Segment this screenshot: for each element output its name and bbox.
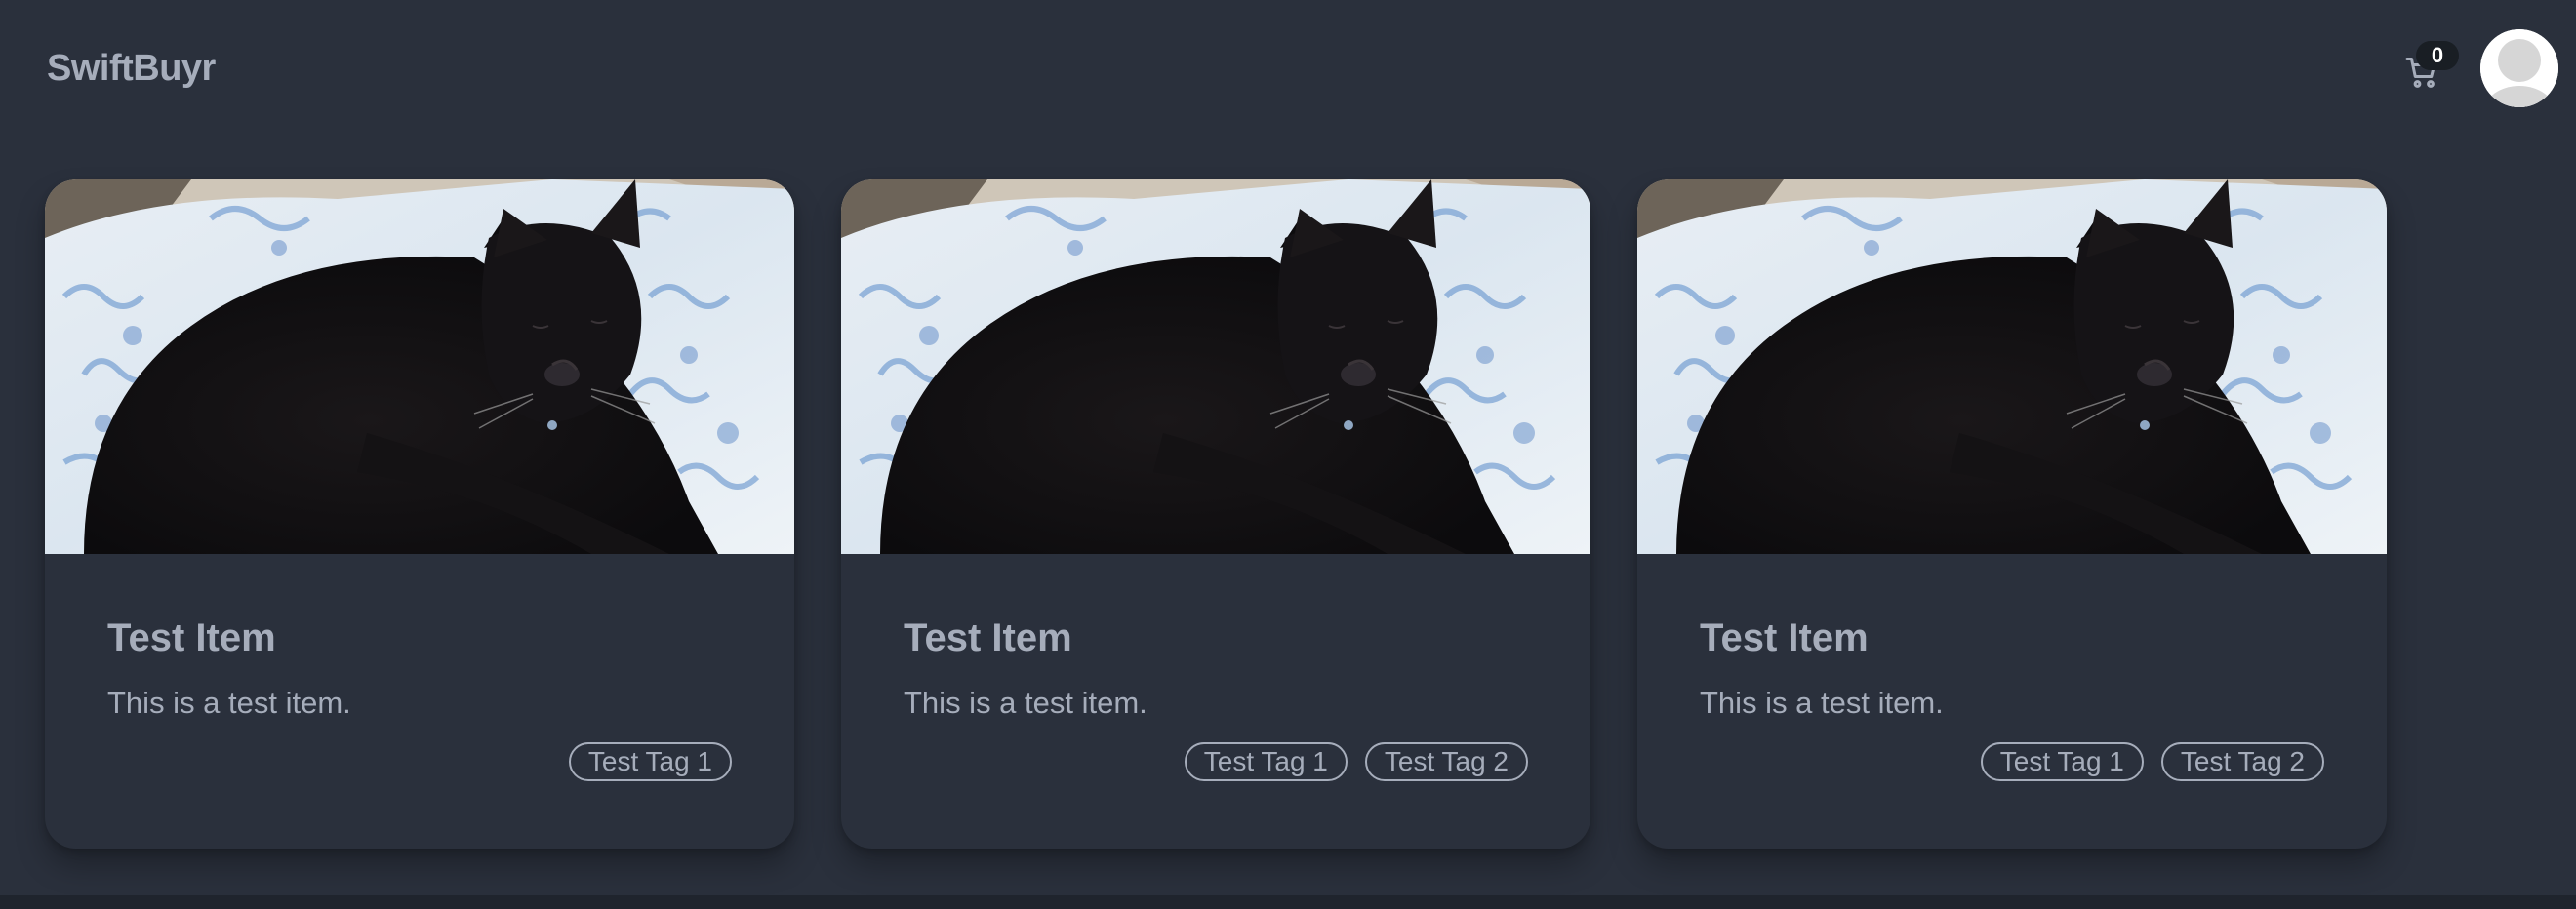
product-title: Test Item bbox=[1700, 616, 1869, 659]
tag-badge: Test Tag 1 bbox=[1980, 742, 2144, 781]
product-description: This is a test item. bbox=[904, 686, 1147, 720]
product-title: Test Item bbox=[107, 616, 276, 659]
product-card[interactable]: Test Item This is a test item. Test Tag 1 bbox=[45, 179, 794, 849]
product-description: This is a test item. bbox=[107, 686, 351, 720]
tag-badge: Test Tag 2 bbox=[2160, 742, 2324, 781]
tag-list: Test Tag 1 Test Tag 2 bbox=[1700, 742, 2324, 781]
product-grid: Test Item This is a test item. Test Tag 1 bbox=[45, 179, 2387, 849]
brand-logo[interactable]: SwiftBuyr bbox=[47, 48, 216, 90]
cat-photo bbox=[841, 179, 1590, 554]
tag-badge: Test Tag 2 bbox=[1364, 742, 1528, 781]
card-body: Test Item This is a test item. Test Tag 1T… bbox=[841, 554, 1590, 781]
product-card[interactable]: Test Item This is a test item. Test Tag 1T… bbox=[1637, 179, 2387, 849]
product-card[interactable]: Test Item This is a test item. Test Tag 1T… bbox=[841, 179, 1590, 849]
tag-list: Test Tag 1 bbox=[107, 742, 732, 781]
navbar: SwiftBuyr 0 bbox=[0, 0, 2576, 137]
user-avatar[interactable] bbox=[2480, 29, 2558, 107]
tag-badge: Test Tag 1 bbox=[1184, 742, 1348, 781]
product-description: This is a test item. bbox=[1700, 686, 1944, 720]
cat-photo bbox=[1637, 179, 2387, 554]
product-image[interactable] bbox=[1637, 179, 2387, 554]
navbar-actions: 0 bbox=[2383, 29, 2558, 107]
user-avatar-icon bbox=[2480, 29, 2558, 107]
card-body: Test Item This is a test item. Test Tag 1 bbox=[45, 554, 794, 781]
product-image[interactable] bbox=[45, 179, 794, 554]
cat-photo bbox=[45, 179, 794, 554]
bottom-divider bbox=[0, 895, 2576, 909]
product-image[interactable] bbox=[841, 179, 1590, 554]
tag-list: Test Tag 1 Test Tag 2 bbox=[904, 742, 1528, 781]
cart-count-badge: 0 bbox=[2416, 41, 2459, 70]
card-body: Test Item This is a test item. Test Tag 1T… bbox=[1637, 554, 2387, 781]
product-title: Test Item bbox=[904, 616, 1072, 659]
tag-badge: Test Tag 1 bbox=[568, 742, 732, 781]
cart-button[interactable]: 0 bbox=[2383, 29, 2461, 107]
